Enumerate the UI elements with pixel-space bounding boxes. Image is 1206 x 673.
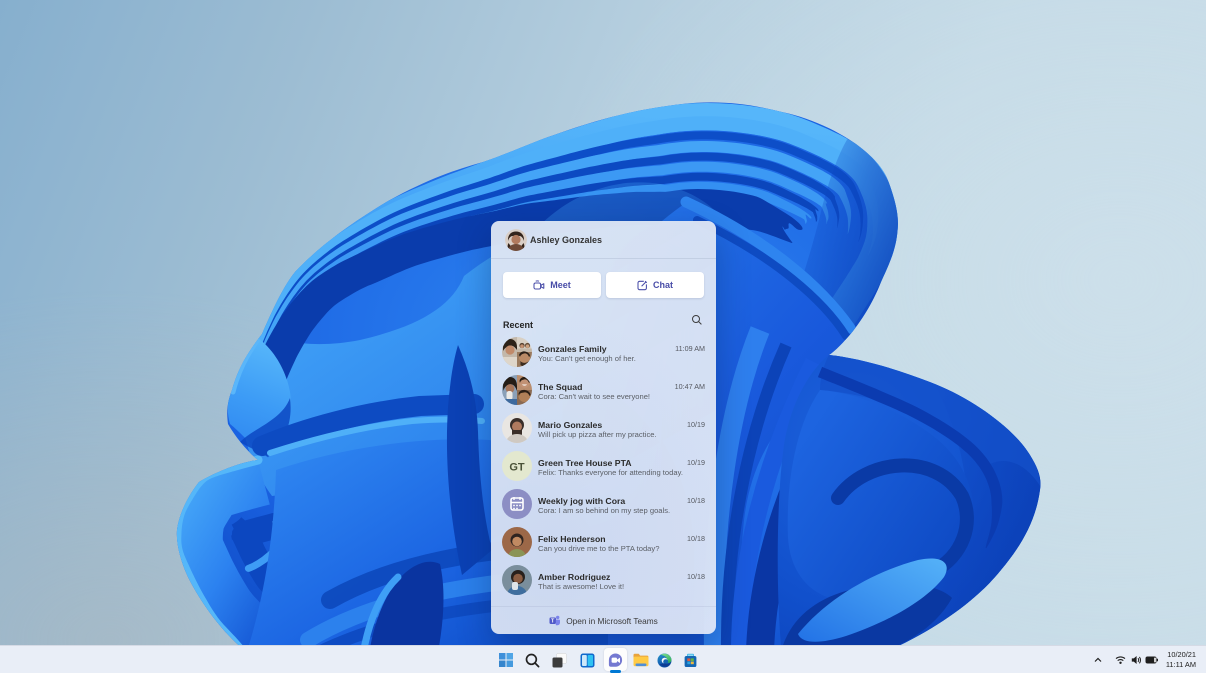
svg-text:GT: GT [509, 462, 525, 474]
